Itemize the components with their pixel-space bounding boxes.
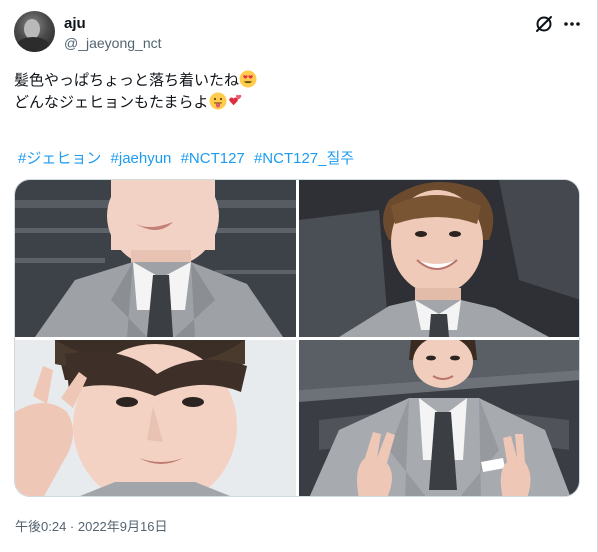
tweet-card: aju @_jaeyong_nct 髪色やっぱちょっと落ち着いたね どんなジェヒ… bbox=[0, 0, 598, 552]
timestamp[interactable]: 午後0:24 · 2022年9月16日 bbox=[15, 516, 167, 535]
tweet-line-1-text: 髪色やっぱちょっと落ち着いたね bbox=[14, 72, 240, 89]
tweet-line-2-text: どんなジェヒョンもたまらよ bbox=[14, 94, 209, 111]
user-handle[interactable]: @_jaeyong_nct bbox=[64, 35, 162, 51]
hashtag-nct127[interactable]: #NCT127 bbox=[181, 150, 245, 167]
grok-slash-icon[interactable] bbox=[533, 13, 555, 35]
avatar-face bbox=[24, 19, 40, 39]
photo-4[interactable] bbox=[299, 340, 579, 496]
photo-2[interactable] bbox=[299, 180, 579, 337]
hashtag-nct127-jilju[interactable]: #NCT127_질주 bbox=[254, 150, 354, 167]
tongue-out-emoji bbox=[209, 92, 227, 110]
tweet-line-1: 髪色やっぱちょっと落ち着いたね bbox=[14, 70, 574, 92]
hashtag-list: #ジェヒョン #jaehyun #NCT127 #NCT127_질주 bbox=[18, 147, 359, 168]
tweet-text: 髪色やっぱちょっと落ち着いたね どんなジェヒョンもたまらよ bbox=[14, 70, 574, 114]
hashtag-jaehyun[interactable]: #jaehyun bbox=[111, 150, 172, 167]
photo-3[interactable] bbox=[15, 340, 296, 496]
heart-eyes-emoji bbox=[239, 70, 257, 88]
display-name[interactable]: aju bbox=[64, 15, 86, 32]
more-dots-icon[interactable] bbox=[561, 13, 583, 35]
media-grid bbox=[14, 179, 580, 497]
avatar[interactable] bbox=[14, 11, 55, 52]
hashtag-jaehyun-jp[interactable]: #ジェヒョン bbox=[18, 150, 101, 167]
photo-1[interactable] bbox=[15, 180, 296, 337]
tweet-line-2: どんなジェヒョンもたまらよ bbox=[14, 92, 574, 114]
avatar-shoulder bbox=[16, 37, 50, 52]
two-hearts-emoji bbox=[228, 94, 241, 106]
